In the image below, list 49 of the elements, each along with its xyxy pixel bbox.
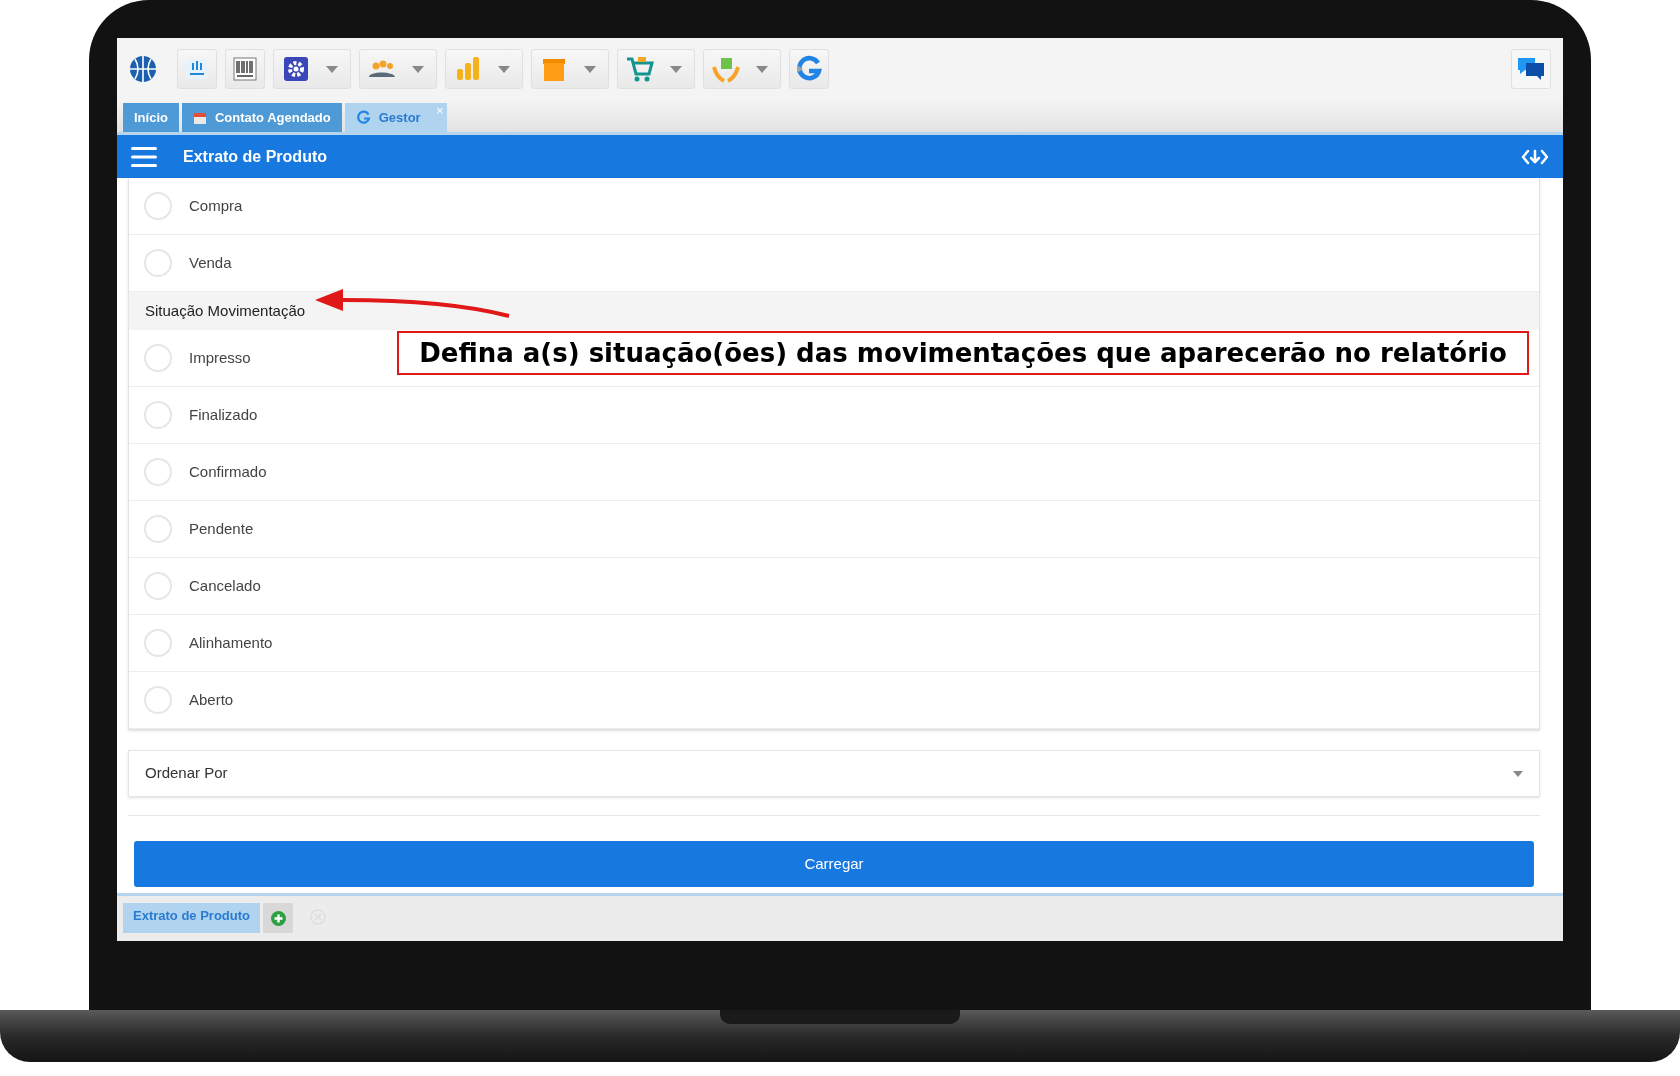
radio-button[interactable] [144, 515, 172, 543]
tab[interactable]: Início [123, 103, 179, 132]
add-tab-button[interactable] [263, 903, 293, 933]
menu-icon[interactable] [131, 146, 157, 167]
caret-icon [1513, 770, 1523, 777]
close-tab-button[interactable]: × [436, 101, 444, 121]
bottom-tab[interactable]: Extrato de Produto [123, 903, 260, 933]
dropdown-tool-button[interactable] [617, 49, 695, 89]
radio-button[interactable] [144, 686, 172, 714]
radio-button[interactable] [144, 401, 172, 429]
chat-icon [1517, 56, 1545, 82]
option-label: Alinhamento [189, 632, 273, 653]
section-heading: Situação Movimentação [129, 292, 1539, 330]
sort-dropdown[interactable]: Ordenar Por [128, 750, 1540, 797]
caret-icon [326, 65, 338, 73]
load-button[interactable]: Carregar [134, 841, 1534, 887]
tool-button[interactable] [789, 49, 829, 89]
callout-box: Defina a(s) situação(ões) das movimentações que aparecerão no relatório [397, 331, 1529, 375]
radio-button[interactable] [144, 192, 172, 220]
option-label: Compra [189, 195, 243, 216]
plus-icon [270, 910, 286, 926]
tool-button[interactable] [177, 49, 217, 89]
page-title: Extrato de Produto [183, 146, 327, 167]
option-label: Aberto [189, 689, 234, 710]
caret-icon [498, 65, 510, 73]
radio-button[interactable] [144, 458, 172, 486]
tab[interactable]: Gestor × [344, 103, 447, 132]
radio-button[interactable] [144, 629, 172, 657]
option-label: Finalizado [189, 404, 258, 425]
chat-button[interactable] [1511, 49, 1551, 89]
option-label: Pendente [189, 518, 254, 539]
caret-icon [584, 65, 596, 73]
radio-button[interactable] [144, 344, 172, 372]
option-label: Impresso [189, 347, 251, 368]
calendar-icon [192, 110, 207, 125]
caret-icon [412, 65, 424, 73]
expand-arrows-icon[interactable] [1521, 147, 1549, 166]
caret-icon [670, 65, 682, 73]
dropdown-tool-button[interactable] [359, 49, 437, 89]
g-logo-icon [355, 110, 371, 125]
radio-button[interactable] [144, 572, 172, 600]
tab[interactable]: Contato Agendado [181, 103, 342, 132]
option-label: Cancelado [189, 575, 261, 596]
option-label: Venda [189, 252, 232, 273]
caret-icon [756, 65, 768, 73]
tool-button[interactable] [225, 49, 265, 89]
radio-button[interactable] [144, 249, 172, 277]
dropdown-tool-button[interactable] [273, 49, 351, 89]
option-label: Confirmado [189, 461, 267, 482]
